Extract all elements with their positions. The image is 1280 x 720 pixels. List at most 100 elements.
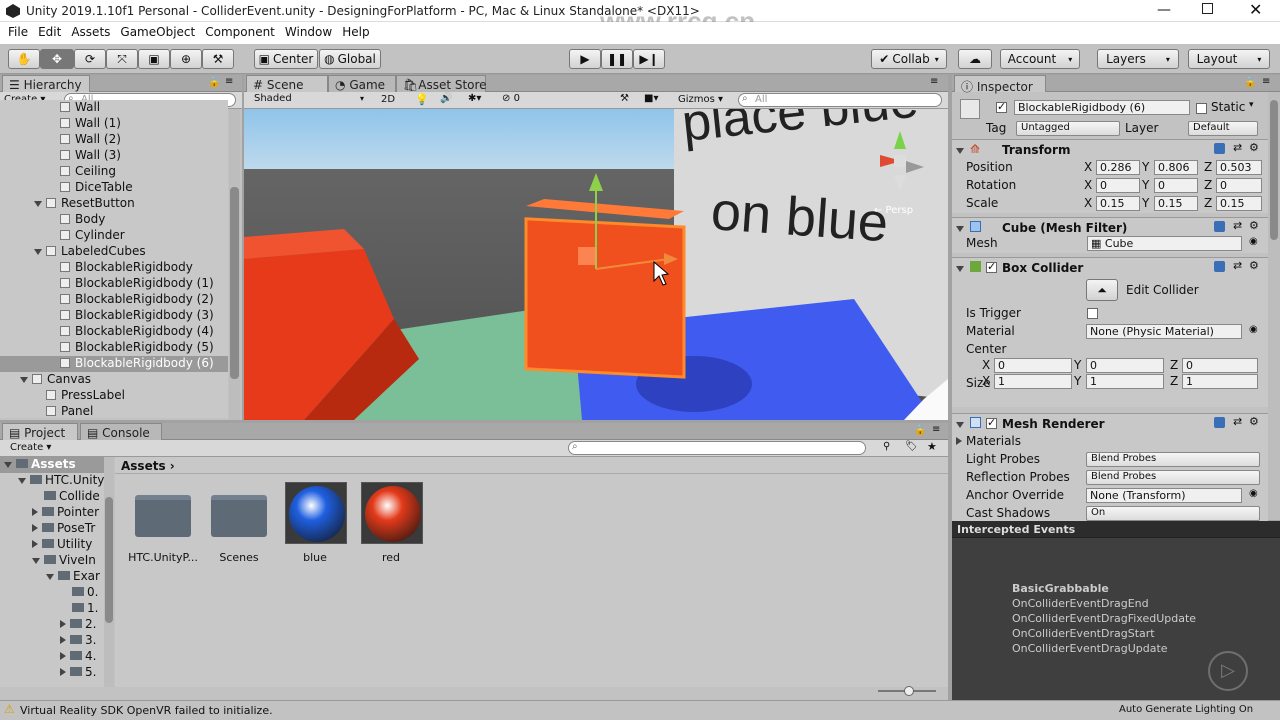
rotation-z-field[interactable]: 0 (1216, 178, 1262, 193)
project-tree-item[interactable]: 3. (0, 633, 104, 649)
menu-gameobject[interactable]: GameObject (115, 22, 200, 42)
shading-mode-dropdown[interactable]: Shaded (250, 93, 368, 108)
layer-dropdown[interactable]: Default (1188, 121, 1258, 136)
menu-window[interactable]: Window (280, 22, 337, 42)
pivot-global-button[interactable]: ◍ Global (319, 49, 381, 69)
preset-icon[interactable]: ⇄ (1233, 219, 1242, 232)
rotation-y-field[interactable]: 0 (1154, 178, 1198, 193)
scale-z-field[interactable]: 0.15 (1216, 196, 1262, 211)
rotate-tool-button[interactable]: ⟳ (74, 49, 106, 69)
position-y-field[interactable]: 0.806 (1154, 160, 1198, 175)
anchor-override-field[interactable]: None (Transform) (1086, 488, 1242, 503)
layout-button[interactable]: Layout ▾ (1188, 49, 1270, 69)
preset-icon[interactable]: ⇄ (1233, 415, 1242, 428)
foldout-icon[interactable] (956, 148, 964, 154)
hierarchy-item[interactable]: BlockableRigidbody (5) (0, 340, 228, 356)
search-by-type-icon[interactable]: ⚲ (883, 441, 890, 452)
hierarchy-item[interactable]: BlockableRigidbody (6) (0, 356, 228, 372)
hierarchy-item[interactable]: Panel (0, 404, 228, 418)
cloud-button[interactable]: ☁ (958, 49, 992, 69)
foldout-icon[interactable] (60, 668, 66, 676)
menu-help[interactable]: Help (337, 22, 374, 42)
hierarchy-item[interactable]: BlockableRigidbody (2) (0, 292, 228, 308)
help-icon[interactable] (1214, 417, 1225, 428)
hierarchy-item[interactable]: Body (0, 212, 228, 228)
foldout-icon[interactable] (32, 558, 40, 564)
foldout-icon[interactable] (18, 478, 26, 484)
help-icon[interactable] (1214, 221, 1225, 232)
gear-icon[interactable]: ⚙ (1249, 415, 1259, 428)
collab-button[interactable]: ✔ Collab ▾ (871, 49, 947, 69)
panel-menu-icon[interactable]: ≡ (930, 76, 938, 87)
foldout-icon[interactable] (60, 620, 66, 628)
cast-shadows-dropdown[interactable]: On (1086, 506, 1260, 521)
lock-icon[interactable]: 🔒 (1244, 77, 1256, 88)
center-y-field[interactable]: 0 (1086, 358, 1164, 373)
tab-scene[interactable]: # Scene (246, 75, 328, 92)
tab-project[interactable]: ▤ Project (2, 423, 78, 440)
hierarchy-item[interactable]: Wall (3) (0, 148, 228, 164)
tab-console[interactable]: ▤ Console (80, 423, 162, 440)
materials-foldout[interactable]: Materials (956, 434, 1021, 448)
project-tree-item[interactable]: Collide (0, 489, 104, 505)
hidden-objects-icon[interactable]: ⊘ 0 (502, 93, 520, 104)
status-message[interactable]: Virtual Reality SDK OpenVR failed to ini… (20, 704, 273, 717)
hierarchy-item[interactable]: Cylinder (0, 228, 228, 244)
tab-asset-store[interactable]: 🛍Asset Store (396, 75, 487, 92)
zoom-slider[interactable] (878, 686, 936, 696)
box-collider-enabled-checkbox[interactable] (986, 260, 997, 274)
step-button[interactable]: ▶❙ (633, 49, 665, 69)
asset-item[interactable]: HTC.UnityP... (127, 485, 199, 565)
is-trigger-checkbox[interactable] (1087, 307, 1098, 320)
pivot-center-button[interactable]: ▣ Center (254, 49, 318, 69)
position-z-field[interactable]: 0.503 (1216, 160, 1262, 175)
toggle-2d-button[interactable]: 2D (381, 94, 395, 105)
hierarchy-item[interactable]: BlockableRigidbody (1) (0, 276, 228, 292)
foldout-icon[interactable] (60, 636, 66, 644)
object-picker-icon[interactable]: ◉ (1249, 236, 1258, 247)
center-z-field[interactable]: 0 (1182, 358, 1258, 373)
hierarchy-item[interactable]: Canvas (0, 372, 228, 388)
size-x-field[interactable]: 1 (994, 374, 1072, 389)
project-tree-item[interactable]: 2. (0, 617, 104, 633)
help-icon[interactable] (1214, 143, 1225, 154)
account-button[interactable]: Account ▾ (1000, 49, 1080, 69)
gear-icon[interactable]: ⚙ (1249, 219, 1259, 232)
scale-x-field[interactable]: 0.15 (1096, 196, 1140, 211)
scale-y-field[interactable]: 0.15 (1154, 196, 1198, 211)
foldout-icon[interactable] (956, 266, 964, 272)
lighting-toggle-icon[interactable]: 💡 (415, 93, 429, 106)
custom-tool-button[interactable]: ⚒ (202, 49, 234, 69)
foldout-icon[interactable] (32, 508, 38, 516)
project-tree-item[interactable]: 0. (0, 585, 104, 601)
move-tool-button[interactable]: ✥ (40, 49, 74, 69)
project-tree-item[interactable]: Utility (0, 537, 104, 553)
hierarchy-item[interactable]: Wall (1) (0, 116, 228, 132)
project-tree-item[interactable]: HTC.Unity (0, 473, 104, 489)
foldout-icon[interactable] (34, 201, 42, 207)
hierarchy-item[interactable]: BlockableRigidbody (4) (0, 324, 228, 340)
favorites-star-icon[interactable]: ★ (927, 440, 937, 453)
active-checkbox[interactable] (996, 100, 1007, 114)
preset-icon[interactable]: ⇄ (1233, 141, 1242, 154)
hierarchy-item[interactable]: DiceTable (0, 180, 228, 196)
assets-breadcrumb[interactable]: Assets › (121, 459, 175, 473)
size-z-field[interactable]: 1 (1182, 374, 1258, 389)
project-tree-item[interactable]: 4. (0, 649, 104, 665)
asset-item[interactable]: Scenes (203, 485, 275, 565)
menu-file[interactable]: File (3, 22, 33, 42)
lock-icon[interactable]: 🔒 (208, 77, 220, 88)
project-tree-item[interactable]: 5. (0, 665, 104, 681)
mesh-field[interactable]: ▦ Cube (1087, 236, 1242, 251)
hierarchy-item[interactable]: Wall (0, 100, 228, 116)
rect-tool-button[interactable]: ▣ (138, 49, 170, 69)
minimize-button[interactable]: — (1157, 2, 1171, 18)
hierarchy-scrollbar[interactable] (229, 109, 240, 420)
material-field[interactable]: None (Physic Material) (1086, 324, 1242, 339)
hierarchy-item[interactable]: ResetButton (0, 196, 228, 212)
tab-hierarchy[interactable]: ☰ Hierarchy (2, 75, 90, 92)
panel-menu-icon[interactable]: ≡ (932, 424, 940, 435)
rotation-x-field[interactable]: 0 (1096, 178, 1140, 193)
search-by-label-icon[interactable]: 🏷 (905, 441, 918, 452)
lock-icon[interactable]: 🔒 (914, 425, 926, 436)
